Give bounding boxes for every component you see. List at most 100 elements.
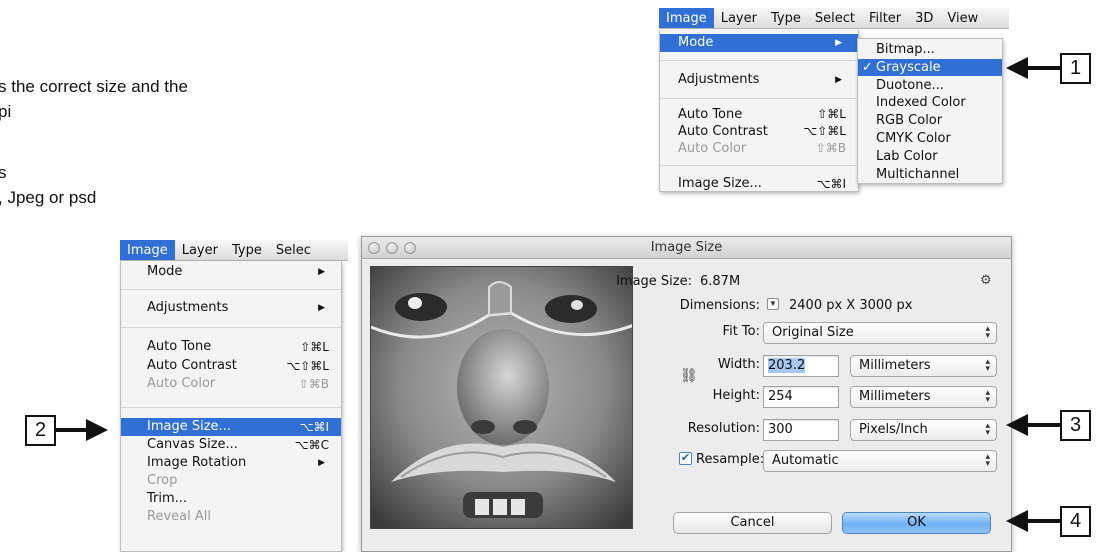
callout-box-4: 4 <box>1060 506 1091 537</box>
image-size-dialog: Image Size Image Size: 6.87M ⚙ Dimension… <box>361 236 1012 552</box>
resolution-unit-select[interactable]: Pixels/Inch ▴ ▾ <box>850 419 997 441</box>
menu-item-auto-color: Auto Color ⇧⌘B <box>121 375 341 393</box>
menu-item-auto-tone[interactable]: Auto Tone ⇧⌘L <box>660 106 858 123</box>
resample-select[interactable]: Automatic ▴ ▾ <box>763 450 997 472</box>
shortcut-label: ⌥⇧⌘L <box>286 359 329 373</box>
menu-item-image-size[interactable]: Image Size... ⌥⌘I <box>121 418 341 436</box>
menu-item-auto-tone-label: Auto Tone <box>678 107 743 122</box>
menu-type[interactable]: Type <box>764 8 808 28</box>
shortcut-label: ⇧⌘L <box>300 340 329 354</box>
cancel-button[interactable]: Cancel <box>673 512 832 534</box>
menu-image[interactable]: Image <box>120 240 175 260</box>
menu-3d[interactable]: 3D <box>908 8 940 28</box>
height-label: Height: <box>712 388 760 403</box>
menu-item-mode-label: Mode <box>678 35 714 50</box>
menu-view[interactable]: View <box>940 8 985 28</box>
menu-item-reveal-all: Reveal All <box>121 508 341 526</box>
submenu-item-cmyk-color[interactable]: CMYK Color <box>858 130 1002 147</box>
submenu-arrow-icon: ▶ <box>835 38 842 48</box>
submenu-item-grayscale[interactable]: ✓ Grayscale <box>858 59 1002 76</box>
submenu-item-indexed-color[interactable]: Indexed Color <box>858 94 1002 111</box>
menu-item-canvas-size[interactable]: Canvas Size... ⌥⌘C <box>121 436 341 454</box>
menu-select[interactable]: Selec <box>269 240 318 260</box>
dropdown-toggle-icon[interactable]: ▼ <box>767 298 779 310</box>
submenu-item-grayscale-label: Grayscale <box>876 60 941 75</box>
resolution-input[interactable]: 300 <box>763 419 839 441</box>
submenu-item-bitmap[interactable]: Bitmap... <box>858 41 1002 58</box>
menu-item-auto-color: Auto Color ⇧⌘B <box>660 140 858 157</box>
menu-filter[interactable]: Filter <box>862 8 908 28</box>
menu-item-auto-contrast[interactable]: Auto Contrast ⌥⇧⌘L <box>660 123 858 140</box>
instruction-line-1: s the correct size and the <box>0 77 188 96</box>
menu-item-image-size[interactable]: Image Size... ⌥⌘I <box>660 174 858 191</box>
submenu-item-lab-color[interactable]: Lab Color <box>858 148 1002 165</box>
callout-box-3: 3 <box>1060 410 1091 441</box>
link-icon[interactable]: ⛓ <box>680 367 698 384</box>
menu-item-adjustments[interactable]: Adjustments ▶ <box>121 298 341 318</box>
width-unit-select[interactable]: Millimeters ▴ ▾ <box>850 355 997 377</box>
instruction-line-3: s <box>0 163 7 182</box>
menu-separator <box>660 60 858 61</box>
menu-item-reveal-all-label: Reveal All <box>147 509 211 524</box>
menu-item-trim[interactable]: Trim... <box>121 490 341 508</box>
top-image-menu: Mode ▶ Adjustments ▶ Auto Tone ⇧⌘L Auto … <box>659 30 859 192</box>
submenu-item-duotone[interactable]: Duotone... <box>858 77 1002 94</box>
width-input[interactable]: 203.2 <box>763 355 839 377</box>
fit-to-label: Fit To: <box>722 324 760 339</box>
shortcut-label: ⌥⇧⌘L <box>803 124 846 138</box>
height-input[interactable]: 254 <box>763 386 839 408</box>
resample-label: Resample: <box>696 452 765 467</box>
menu-item-image-size-label: Image Size... <box>678 176 762 191</box>
image-size-value: 6.87M <box>700 274 741 289</box>
ok-button[interactable]: OK <box>842 512 991 534</box>
callout-box-1: 1 <box>1060 53 1091 84</box>
instruction-line-4: , Jpeg or psd <box>0 188 97 207</box>
menu-layer[interactable]: Layer <box>714 8 764 28</box>
menu-item-mode[interactable]: Mode ▶ <box>660 34 858 52</box>
resample-checkbox[interactable]: ✔ <box>679 452 692 465</box>
menu-item-image-rotation[interactable]: Image Rotation ▶ <box>121 454 341 472</box>
resolution-unit-value: Pixels/Inch <box>859 422 928 437</box>
menu-item-adjustments[interactable]: Adjustments ▶ <box>660 70 858 90</box>
up-down-arrows-icon: ▴ ▾ <box>985 452 990 469</box>
submenu-item-multichannel[interactable]: Multichannel <box>858 166 1002 183</box>
gear-icon[interactable]: ⚙ <box>980 272 992 288</box>
face-photo-image <box>371 267 632 528</box>
callout-box-2: 2 <box>25 415 56 446</box>
height-input-value: 254 <box>768 389 793 404</box>
submenu-item-multichannel-label: Multichannel <box>876 167 960 182</box>
menu-item-auto-color-label: Auto Color <box>678 141 747 156</box>
menu-layer[interactable]: Layer <box>175 240 225 260</box>
submenu-item-cmyk-color-label: CMYK Color <box>876 131 951 146</box>
width-label: Width: <box>717 357 760 372</box>
dimensions-label: Dimensions: <box>679 298 760 313</box>
menu-separator <box>121 289 341 290</box>
menu-item-auto-tone[interactable]: Auto Tone ⇧⌘L <box>121 338 341 356</box>
menu-item-mode-label: Mode <box>147 264 183 279</box>
menu-image[interactable]: Image <box>659 8 714 28</box>
checkmark-icon: ✓ <box>862 60 873 75</box>
resample-value: Automatic <box>772 453 839 468</box>
shortcut-label: ⇧⌘L <box>817 107 846 121</box>
image-preview[interactable] <box>370 266 633 529</box>
menu-item-mode[interactable]: Mode ▶ <box>121 262 341 282</box>
menu-item-auto-color-label: Auto Color <box>147 376 216 391</box>
resolution-label: Resolution: <box>687 421 760 436</box>
height-unit-select[interactable]: Millimeters ▴ ▾ <box>850 386 997 408</box>
fit-to-select[interactable]: Original Size ▴ ▾ <box>763 322 997 344</box>
resolution-input-value: 300 <box>768 422 793 437</box>
top-menubar: Image Layer Type Select Filter 3D View <box>659 8 1009 29</box>
menu-item-adjustments-label: Adjustments <box>147 300 229 315</box>
menu-type[interactable]: Type <box>225 240 269 260</box>
menu-item-adjustments-label: Adjustments <box>678 72 760 87</box>
submenu-item-rgb-color[interactable]: RGB Color <box>858 112 1002 129</box>
submenu-arrow-icon: ▶ <box>318 267 325 277</box>
menu-select[interactable]: Select <box>808 8 862 28</box>
menu-item-auto-contrast[interactable]: Auto Contrast ⌥⇧⌘L <box>121 357 341 375</box>
dimensions-value: 2400 px X 3000 px <box>789 298 913 313</box>
left-image-menu: Mode ▶ Adjustments ▶ Auto Tone ⇧⌘L Auto … <box>120 261 342 552</box>
menu-item-auto-contrast-label: Auto Contrast <box>147 358 237 373</box>
width-unit-value: Millimeters <box>859 358 931 373</box>
submenu-item-lab-color-label: Lab Color <box>876 149 938 164</box>
menu-item-crop-label: Crop <box>147 473 178 488</box>
